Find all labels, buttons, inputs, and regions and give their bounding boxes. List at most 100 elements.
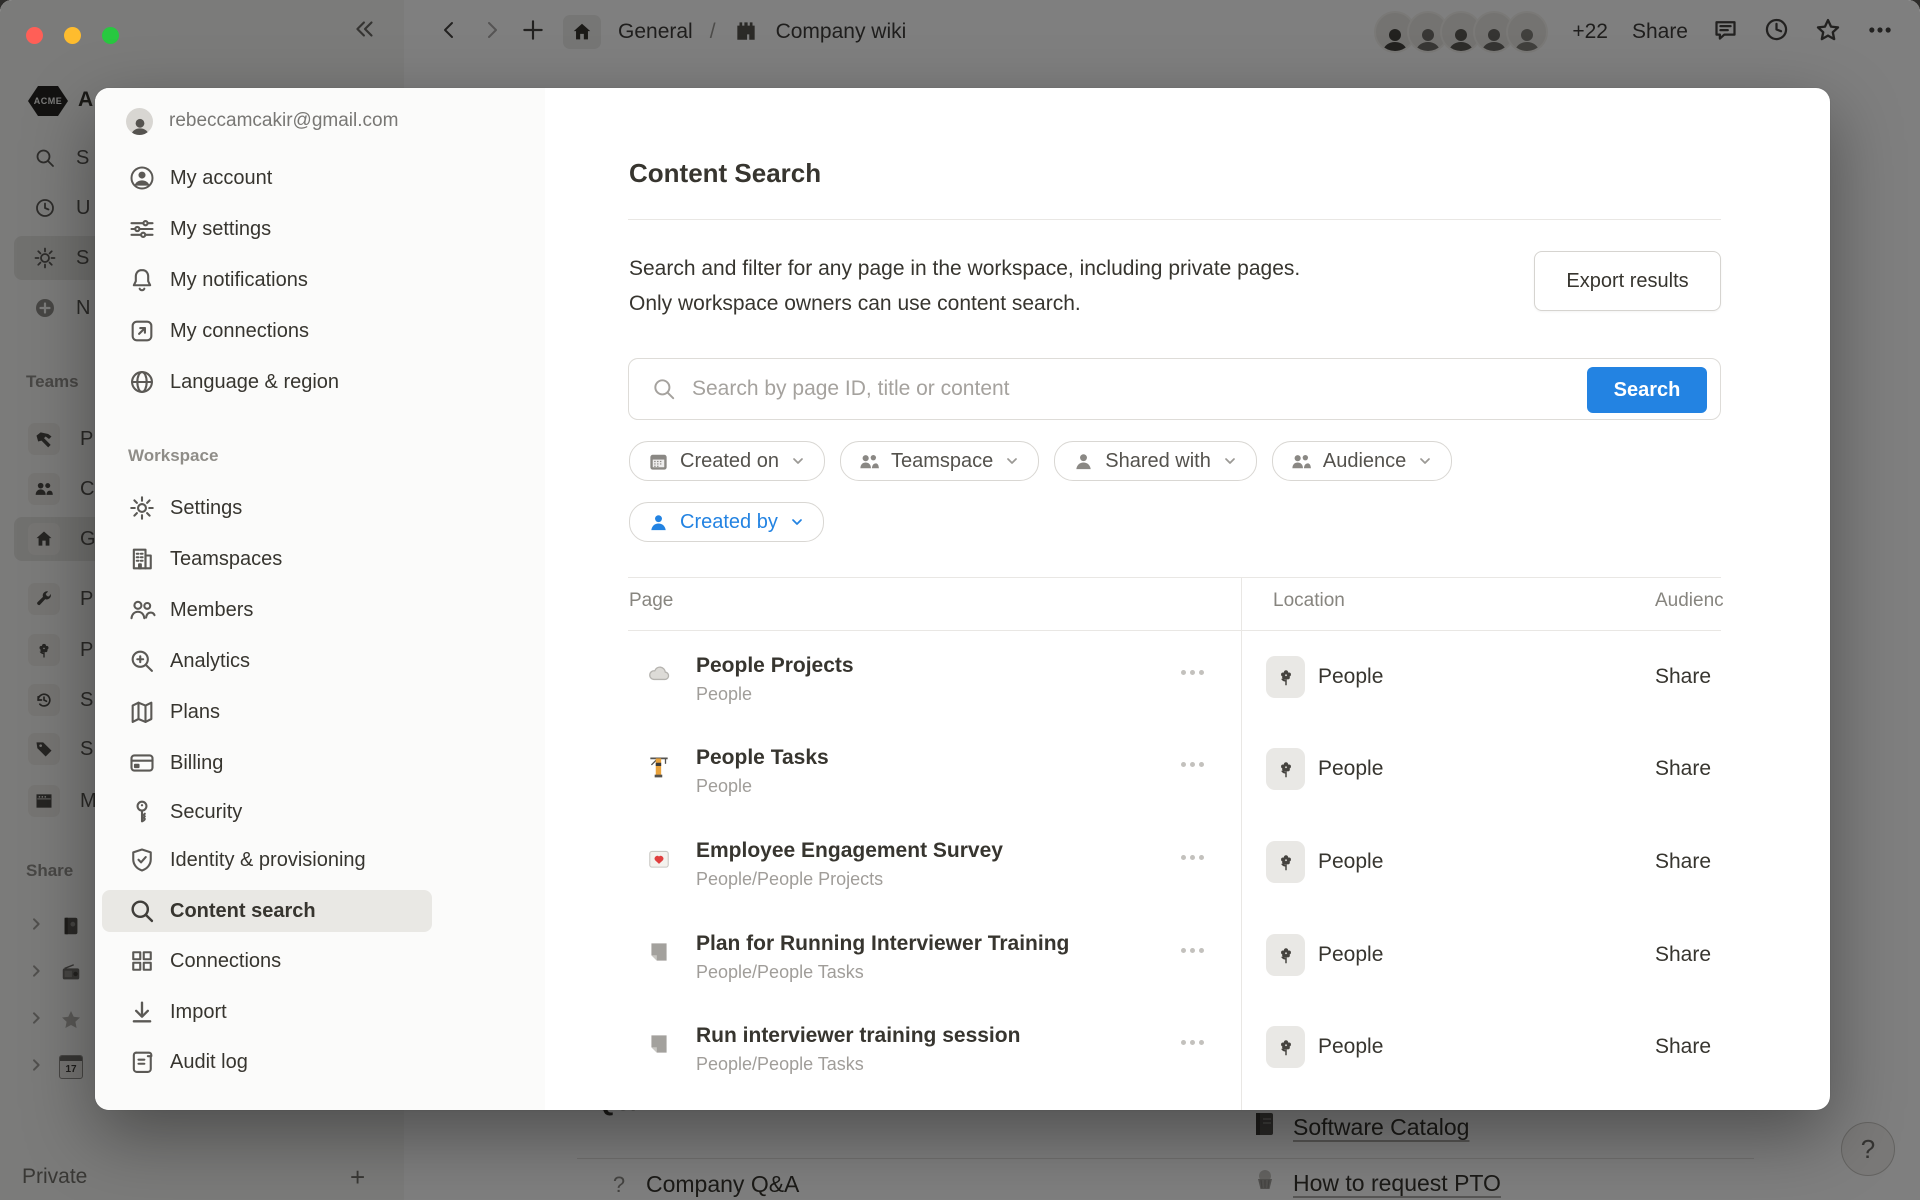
column-header-audience: Audience bbox=[1655, 590, 1723, 612]
row-title[interactable]: Employee Engagement Survey bbox=[696, 837, 1003, 865]
settings-nav-billing[interactable]: Billing bbox=[102, 742, 432, 784]
row-path: People/People Projects bbox=[696, 867, 883, 891]
account-email-row: rebeccamcakir@gmail.com bbox=[102, 100, 432, 142]
note-icon bbox=[645, 1030, 673, 1058]
close-window-button[interactable] bbox=[26, 27, 43, 44]
export-results-button[interactable]: Export results bbox=[1534, 251, 1721, 311]
settings-nav-my-settings[interactable]: My settings bbox=[102, 208, 432, 250]
nav-label: Settings bbox=[170, 497, 242, 520]
filter-label: Teamspace bbox=[891, 450, 993, 473]
gear-icon bbox=[128, 494, 156, 522]
filter-audience[interactable]: Audience bbox=[1272, 441, 1452, 481]
settings-nav-teamspaces[interactable]: Teamspaces bbox=[102, 538, 432, 580]
settings-nav-settings[interactable]: Settings bbox=[102, 487, 432, 529]
settings-nav-panel: rebeccamcakir@gmail.com My account My se… bbox=[95, 88, 545, 1110]
row-more-icon[interactable] bbox=[1181, 762, 1204, 767]
chevron-down-icon bbox=[790, 453, 806, 469]
settings-nav-my-notifications[interactable]: My notifications bbox=[102, 259, 432, 301]
filter-chip-row: Created on Teamspace Shared with Audienc… bbox=[629, 441, 1452, 481]
filter-created-by[interactable]: Created by bbox=[629, 502, 824, 542]
teamspace-flower-icon bbox=[1266, 656, 1305, 698]
table-row[interactable]: People Projects People People Share bbox=[628, 644, 1723, 737]
key-icon bbox=[128, 798, 156, 826]
column-header-location: Location bbox=[1273, 590, 1345, 612]
filter-label: Created by bbox=[680, 511, 778, 534]
account-avatar bbox=[126, 108, 153, 135]
settings-nav-audit-log[interactable]: Audit log bbox=[102, 1041, 432, 1083]
teamspace-flower-icon bbox=[1266, 1026, 1305, 1068]
table-row[interactable]: Run interviewer training session People/… bbox=[628, 1014, 1723, 1107]
column-header-page: Page bbox=[629, 590, 673, 612]
nav-label: Language & region bbox=[170, 371, 339, 394]
settings-nav-my-account[interactable]: My account bbox=[102, 157, 432, 199]
row-title[interactable]: People Tasks bbox=[696, 744, 829, 772]
nav-label: Analytics bbox=[170, 650, 250, 673]
settings-nav-connections[interactable]: Connections bbox=[102, 940, 432, 982]
nav-label: Identity & provisioning bbox=[170, 849, 366, 872]
table-row[interactable]: Plan for Running Interviewer Training Pe… bbox=[628, 922, 1723, 1015]
row-more-icon[interactable] bbox=[1181, 670, 1204, 675]
row-audience: Share bbox=[1655, 748, 1723, 790]
row-more-icon[interactable] bbox=[1181, 948, 1204, 953]
search-input[interactable] bbox=[690, 376, 1570, 402]
active-filter-row: Created by bbox=[629, 502, 824, 542]
settings-nav-plans[interactable]: Plans bbox=[102, 691, 432, 733]
settings-nav-identity-provisioning[interactable]: Identity & provisioning bbox=[102, 839, 432, 881]
settings-nav-my-connections[interactable]: My connections bbox=[102, 310, 432, 352]
person-circle-icon bbox=[128, 164, 156, 192]
sliders-icon bbox=[128, 215, 156, 243]
building-icon bbox=[128, 545, 156, 573]
credit-card-icon bbox=[128, 749, 156, 777]
zoom-window-button[interactable] bbox=[102, 27, 119, 44]
filter-shared-with[interactable]: Shared with bbox=[1054, 441, 1257, 481]
settings-nav-members[interactable]: Members bbox=[102, 589, 432, 631]
row-title[interactable]: Plan for Running Interviewer Training bbox=[696, 930, 1069, 958]
grid-icon bbox=[128, 947, 156, 975]
screen: General / Company wiki +22 Share bbox=[0, 0, 1920, 1200]
settings-nav-import[interactable]: Import bbox=[102, 991, 432, 1033]
row-location: People bbox=[1318, 934, 1383, 976]
table-row[interactable]: People Tasks People People Share bbox=[628, 736, 1723, 829]
search-button[interactable]: Search bbox=[1587, 367, 1707, 413]
magnifier-icon bbox=[128, 897, 156, 925]
filter-teamspace[interactable]: Teamspace bbox=[840, 441, 1039, 481]
row-location: People bbox=[1318, 841, 1383, 883]
page-title: Content Search bbox=[629, 158, 821, 189]
content-search-page: Content Search Search and filter for any… bbox=[628, 88, 1723, 1110]
row-audience: Share bbox=[1655, 934, 1723, 976]
nav-label: Import bbox=[170, 1001, 227, 1024]
nav-label: My account bbox=[170, 167, 272, 190]
table-row[interactable]: Employee Engagement Survey People/People… bbox=[628, 829, 1723, 922]
download-icon bbox=[128, 998, 156, 1026]
account-email: rebeccamcakir@gmail.com bbox=[169, 110, 398, 132]
nav-label: Billing bbox=[170, 752, 223, 775]
chevron-down-icon bbox=[1004, 453, 1020, 469]
row-audience: Share bbox=[1655, 656, 1723, 698]
page-description: Search and filter for any page in the wo… bbox=[629, 251, 1300, 321]
people-icon bbox=[858, 450, 881, 473]
filter-label: Created on bbox=[680, 450, 779, 473]
settings-nav-security[interactable]: Security bbox=[102, 791, 432, 833]
row-more-icon[interactable] bbox=[1181, 1040, 1204, 1045]
search-icon bbox=[651, 376, 677, 402]
settings-nav-content-search[interactable]: Content search bbox=[102, 890, 432, 932]
row-more-icon[interactable] bbox=[1181, 855, 1204, 860]
title-divider bbox=[628, 219, 1721, 220]
settings-nav-analytics[interactable]: Analytics bbox=[102, 640, 432, 682]
nav-label: Content search bbox=[170, 900, 316, 923]
settings-nav-language-region[interactable]: Language & region bbox=[102, 361, 432, 403]
row-title[interactable]: Run interviewer training session bbox=[696, 1022, 1020, 1050]
table-top-divider bbox=[628, 577, 1721, 578]
scroll-icon bbox=[128, 1048, 156, 1076]
nav-label: My settings bbox=[170, 218, 271, 241]
row-title[interactable]: People Projects bbox=[696, 652, 854, 680]
nav-label: Security bbox=[170, 801, 242, 824]
row-path: People bbox=[696, 682, 752, 706]
minimize-window-button[interactable] bbox=[64, 27, 81, 44]
people-icon bbox=[1290, 450, 1313, 473]
note-icon bbox=[645, 938, 673, 966]
description-line: Only workspace owners can use content se… bbox=[629, 286, 1300, 321]
filter-created-on[interactable]: Created on bbox=[629, 441, 825, 481]
heart-card-icon bbox=[645, 845, 673, 873]
map-icon bbox=[128, 698, 156, 726]
